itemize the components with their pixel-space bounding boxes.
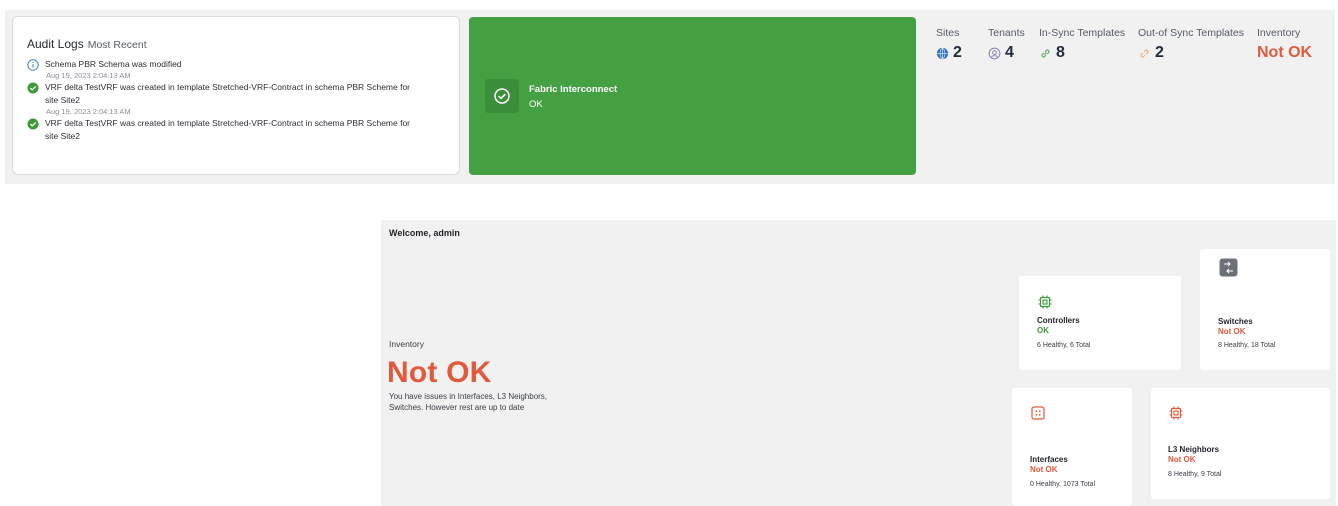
l3-neighbors-tile[interactable]: L3 Neighbors Not OK 8 Healthy, 9 Total: [1151, 388, 1330, 499]
chip-icon: [1169, 406, 1183, 420]
stat-out-of-sync-templates[interactable]: Out-of Sync Templates 2: [1138, 27, 1244, 62]
controllers-name: Controllers: [1037, 316, 1080, 325]
link-icon: [1041, 48, 1050, 58]
audit-logs-card[interactable]: Audit Logs Most Recent Schema PBR Schema…: [12, 16, 460, 175]
inventory-label: Inventory: [389, 339, 424, 349]
stat-inventory-label: Inventory: [1257, 27, 1301, 39]
dashboard-header-bar: [381, 188, 1336, 220]
stat-sites[interactable]: Sites 2: [936, 27, 962, 62]
interfaces-counts: 0 Healthy, 1073 Total: [1030, 481, 1096, 488]
stat-inventory[interactable]: Inventory Not OK: [1257, 27, 1312, 62]
interface-icon: [1031, 406, 1045, 420]
success-check-icon: [27, 118, 39, 130]
stat-tenants-label: Tenants: [988, 27, 1025, 39]
switches-name: Switches: [1218, 317, 1253, 326]
controllers-tile[interactable]: Controllers OK 6 Healthy, 6 Total: [1019, 276, 1181, 370]
fabric-interconnect-card[interactable]: Fabric Interconnect OK: [469, 17, 916, 175]
inventory-overview-panel: Welcome, admin Inventory Not OK You have…: [381, 220, 1336, 506]
switch-icon: [1219, 258, 1238, 277]
interfaces-name: Interfaces: [1030, 455, 1068, 464]
l3-neighbors-name: L3 Neighbors: [1168, 445, 1220, 454]
l3-neighbors-status: Not OK: [1168, 455, 1196, 464]
audit-logs-subtitle: Most Recent: [87, 39, 147, 51]
controllers-counts: 6 Healthy, 6 Total: [1037, 342, 1091, 349]
info-icon: [27, 59, 39, 71]
check-circle-icon: [485, 79, 519, 113]
globe-icon: [936, 47, 949, 59]
stat-in-sync-label: In-Sync Templates: [1039, 27, 1126, 39]
controllers-status: OK: [1037, 326, 1049, 335]
audit-log-entry[interactable]: Schema PBR Schema was modified: [27, 58, 459, 71]
fabric-title: Fabric Interconnect: [529, 84, 618, 95]
success-check-icon: [27, 82, 39, 94]
audit-logs-title: Audit Logs: [27, 37, 84, 51]
stat-sites-value: 2: [953, 44, 962, 61]
stat-out-of-sync-value: 2: [1155, 44, 1164, 61]
switches-tile[interactable]: Switches Not OK 8 Healthy, 18 Total: [1200, 249, 1330, 370]
audit-log-text: VRF delta TestVRF was created in templat…: [45, 118, 411, 141]
interfaces-tile[interactable]: Interfaces Not OK 0 Healthy, 1073 Total: [1012, 388, 1132, 506]
l3-neighbors-counts: 8 Healthy, 9 Total: [1168, 471, 1222, 478]
stat-tenants[interactable]: Tenants 4: [988, 27, 1025, 62]
audit-log-time: Aug 19, 2023 2:04:13 AM: [46, 71, 131, 80]
audit-log-time: Aug 19, 2023 2:04:13 AM: [46, 107, 131, 116]
tenant-icon: [988, 47, 1001, 59]
switches-counts: 8 Healthy, 18 Total: [1218, 342, 1276, 349]
audit-log-text: Schema PBR Schema was modified: [45, 59, 182, 69]
inventory-status: Not OK: [387, 356, 492, 389]
interfaces-status: Not OK: [1030, 465, 1058, 474]
stat-inventory-value: Not OK: [1257, 44, 1313, 61]
switches-status: Not OK: [1218, 327, 1246, 336]
stat-out-of-sync-label: Out-of Sync Templates: [1138, 27, 1245, 39]
stat-sites-label: Sites: [936, 27, 960, 39]
audit-log-entry[interactable]: VRF delta TestVRF was created in templat…: [27, 117, 459, 143]
audit-log-entry[interactable]: VRF delta TestVRF was created in templat…: [27, 81, 459, 107]
chip-icon: [1038, 295, 1052, 309]
audit-log-text: VRF delta TestVRF was created in templat…: [45, 82, 411, 105]
fabric-status: OK: [529, 99, 543, 110]
stat-in-sync-value: 8: [1056, 44, 1065, 61]
welcome-text: Welcome, admin: [389, 228, 460, 238]
stat-in-sync-templates[interactable]: In-Sync Templates 8: [1039, 27, 1125, 62]
inventory-description: You have issues in Interfaces, L3 Neighb…: [389, 392, 548, 412]
stat-tenants-value: 4: [1005, 44, 1014, 61]
broken-link-icon: [1140, 48, 1149, 58]
